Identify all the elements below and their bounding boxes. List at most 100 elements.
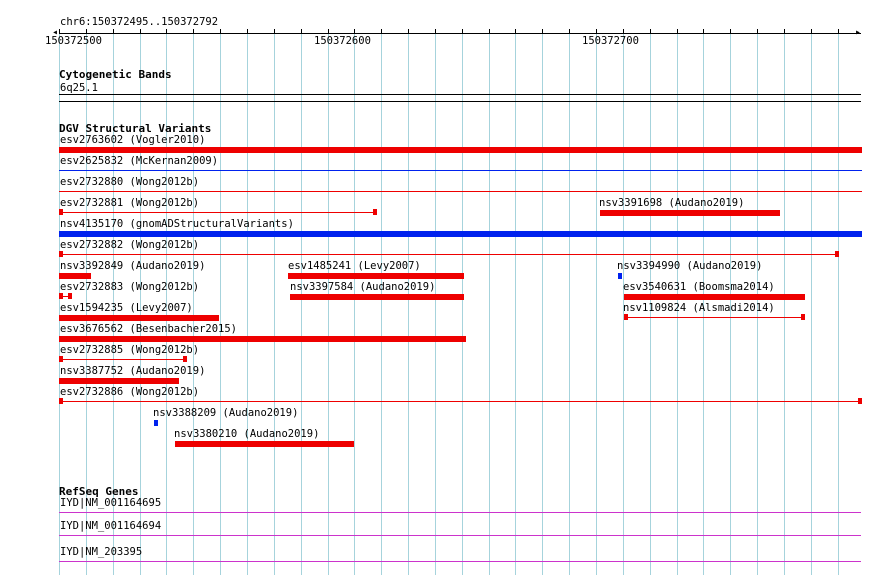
ruler-axis — [59, 33, 861, 34]
ruler-tick — [435, 29, 436, 34]
dgv-feature-glyph[interactable] — [59, 231, 862, 237]
dgv-feature-glyph[interactable] — [290, 294, 464, 300]
ruler-tick — [677, 29, 678, 34]
grid-line — [784, 30, 785, 575]
ruler-tick — [220, 29, 221, 34]
dgv-feature-glyph[interactable] — [59, 170, 862, 171]
ruler-tick — [113, 29, 114, 34]
dgv-feature-glyph[interactable] — [624, 294, 805, 300]
grid-line — [489, 30, 490, 575]
refseq-gene-line[interactable] — [59, 512, 861, 513]
ruler-tick — [542, 29, 543, 34]
dgv-feature-label: esv1594235 (Levy2007) — [60, 302, 193, 314]
dgv-feature-endcap — [59, 251, 63, 257]
dgv-feature-glyph[interactable] — [59, 401, 862, 402]
grid-line — [220, 30, 221, 575]
grid-line — [247, 30, 248, 575]
dgv-feature-label: esv2763602 (Vogler2010) — [60, 134, 206, 146]
dgv-feature-label: esv2732886 (Wong2012b) — [60, 386, 200, 398]
dgv-feature-glyph[interactable] — [59, 378, 179, 384]
grid-line — [274, 30, 275, 575]
grid-line — [301, 30, 302, 575]
grid-line — [408, 30, 409, 575]
ruler-tick — [650, 29, 651, 34]
grid-line — [462, 30, 463, 575]
dgv-feature-glyph[interactable] — [59, 191, 862, 192]
dgv-feature-glyph[interactable] — [154, 420, 158, 426]
ruler-tick — [166, 29, 167, 34]
track-title: Cytogenetic Bands — [59, 68, 172, 81]
grid-line — [193, 30, 194, 575]
dgv-feature-glyph[interactable] — [59, 359, 187, 360]
dgv-feature-label: nsv3380210 (Audano2019) — [174, 428, 320, 440]
refseq-gene-line[interactable] — [59, 561, 861, 562]
ruler-tick — [784, 29, 785, 34]
ruler-tick — [757, 29, 758, 34]
grid-line — [328, 30, 329, 575]
cytoband-bottom-edge — [59, 101, 861, 102]
dgv-feature-label: esv3540631 (Boomsma2014) — [623, 281, 775, 293]
refseq-gene-label: IYD|NM_203395 — [60, 546, 143, 558]
refseq-gene-line[interactable] — [59, 535, 861, 536]
dgv-feature-label: esv1485241 (Levy2007) — [288, 260, 421, 272]
tick-label: 150372700 — [582, 35, 639, 47]
dgv-feature-endcap — [373, 209, 377, 215]
grid-line — [838, 30, 839, 575]
dgv-feature-endcap — [59, 293, 63, 299]
ruler-tick — [838, 29, 839, 34]
ruler-tick — [489, 29, 490, 34]
dgv-feature-endcap — [858, 398, 862, 404]
dgv-feature-endcap — [59, 209, 63, 215]
dgv-feature-endcap — [835, 251, 839, 257]
dgv-feature-glyph[interactable] — [624, 317, 805, 318]
dgv-feature-label: nsv3397584 (Audano2019) — [290, 281, 436, 293]
dgv-feature-label: esv2732883 (Wong2012b) — [60, 281, 200, 293]
dgv-feature-label: esv2732882 (Wong2012b) — [60, 239, 200, 251]
dgv-feature-label: nsv3388209 (Audano2019) — [153, 407, 299, 419]
dgv-feature-endcap — [59, 398, 63, 404]
dgv-feature-endcap — [68, 293, 72, 299]
genome-browser-canvas[interactable]: chr6:150372495..150372792 ◂ ▸ 150372500 … — [0, 0, 890, 575]
ruler-tick — [730, 29, 731, 34]
dgv-feature-label: esv2732880 (Wong2012b) — [60, 176, 200, 188]
ruler-tick — [381, 29, 382, 34]
dgv-feature-label: esv2625832 (McKernan2009) — [60, 155, 219, 167]
dgv-feature-glyph[interactable] — [59, 273, 91, 279]
dgv-feature-glyph[interactable] — [59, 212, 377, 213]
grid-line — [515, 30, 516, 575]
tick-label: 150372500 — [45, 35, 102, 47]
scroll-right-arrow-icon[interactable]: ▸ — [855, 28, 861, 38]
grid-line — [811, 30, 812, 575]
dgv-feature-endcap — [801, 314, 805, 320]
dgv-feature-glyph[interactable] — [288, 273, 464, 279]
ruler-tick — [301, 29, 302, 34]
refseq-gene-label: IYD|NM_001164694 — [60, 520, 162, 532]
ruler-tick — [515, 29, 516, 34]
dgv-feature-glyph[interactable] — [175, 441, 354, 447]
grid-line — [569, 30, 570, 575]
ruler-tick — [703, 29, 704, 34]
ruler-tick — [811, 29, 812, 34]
dgv-feature-glyph[interactable] — [59, 315, 219, 321]
ruler-tick — [247, 29, 248, 34]
refseq-gene-label: IYD|NM_001164695 — [60, 497, 162, 509]
dgv-feature-endcap — [59, 356, 63, 362]
ruler-tick — [140, 29, 141, 34]
dgv-feature-glyph[interactable] — [59, 147, 862, 153]
ruler-tick — [354, 29, 355, 34]
ruler-tick — [462, 29, 463, 34]
dgv-feature-label: esv2732885 (Wong2012b) — [60, 344, 200, 356]
dgv-feature-glyph[interactable] — [59, 254, 839, 255]
dgv-feature-label: nsv4135170 (gnomADStructuralVariants) — [60, 218, 294, 230]
region-label: chr6:150372495..150372792 — [60, 16, 219, 28]
ruler-tick — [193, 29, 194, 34]
dgv-feature-label: nsv3391698 (Audano2019) — [599, 197, 745, 209]
dgv-feature-glyph[interactable] — [59, 336, 466, 342]
dgv-feature-glyph[interactable] — [618, 273, 622, 279]
cytoband-label: 6q25.1 — [60, 82, 98, 94]
grid-line — [381, 30, 382, 575]
dgv-feature-glyph[interactable] — [600, 210, 780, 216]
grid-line — [596, 30, 597, 575]
grid-line — [354, 30, 355, 575]
grid-line — [435, 30, 436, 575]
